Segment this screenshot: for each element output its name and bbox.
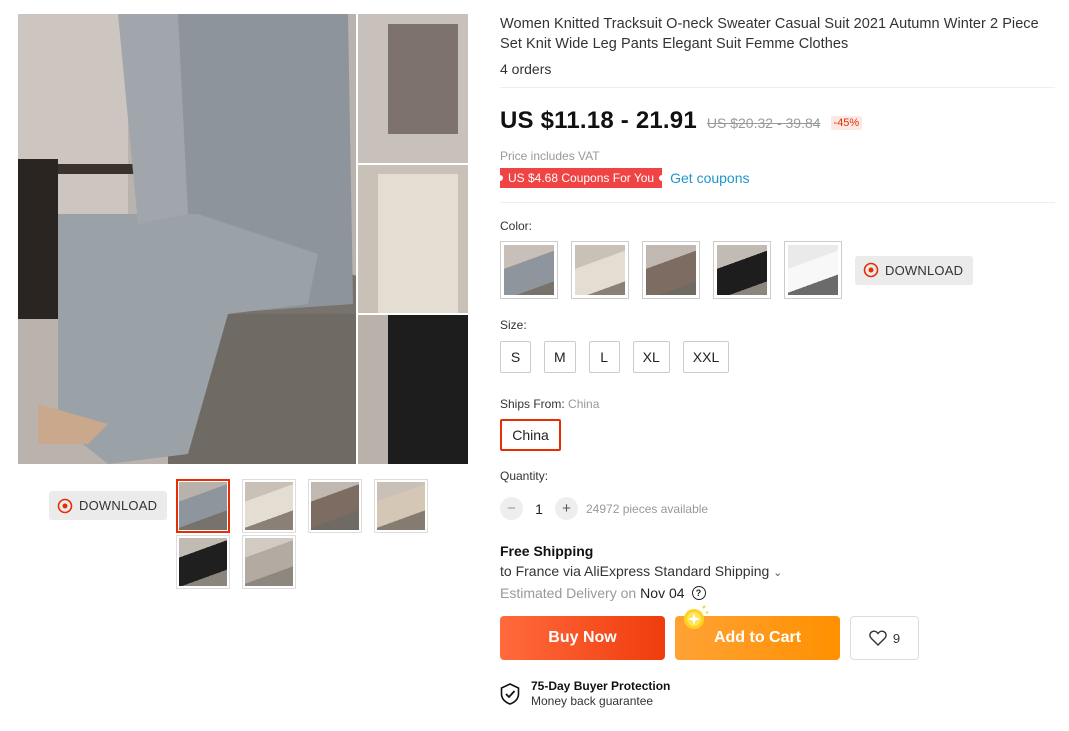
heart-icon — [869, 630, 887, 646]
size-option-l[interactable]: L — [588, 341, 620, 373]
swatch-image — [504, 245, 554, 295]
color-swatch-beige[interactable] — [571, 241, 629, 299]
action-buttons: Buy Now Add to Cart 9 — [500, 605, 1055, 660]
buy-now-button[interactable]: Buy Now — [500, 616, 665, 660]
swatch-image — [646, 245, 696, 295]
thumbnail-strip — [176, 479, 431, 589]
size-options: S M L XL XXL — [500, 341, 1055, 373]
ships-from-option-china[interactable]: China — [500, 419, 561, 451]
quantity-value[interactable]: 1 — [523, 501, 555, 517]
color-download-button[interactable]: DOWNLOAD — [855, 255, 974, 285]
target-icon — [57, 498, 73, 513]
thumbnail[interactable] — [242, 535, 296, 589]
main-product-image[interactable] — [18, 14, 468, 464]
price-row: US $11.18 - 21.91 US $20.32 - 39.84 -45% — [500, 107, 1055, 135]
thumbnail-image — [179, 538, 227, 586]
wishlist-count: 9 — [892, 630, 901, 646]
color-swatches: DOWNLOAD — [500, 241, 1055, 299]
current-price: US $11.18 - 21.91 — [500, 107, 697, 134]
quantity-stepper: − 1 + 24972 pieces available — [500, 497, 1055, 520]
get-coupons-link[interactable]: Get coupons — [670, 170, 749, 186]
size-option-s[interactable]: S — [500, 341, 531, 373]
product-info: Women Knitted Tracksuit O-neck Sweater C… — [496, 14, 1055, 708]
shipping-method-text: to France via AliExpress Standard Shippi… — [500, 563, 770, 579]
order-count: 4 orders — [500, 61, 552, 77]
color-swatch-white[interactable] — [784, 241, 842, 299]
color-swatch-black[interactable] — [713, 241, 771, 299]
protection-subtitle: Money back guarantee — [531, 694, 654, 708]
eta-prefix: Estimated Delivery on — [500, 585, 637, 601]
target-icon — [863, 262, 879, 278]
thumbnail-image — [311, 482, 359, 530]
buyer-protection: 75-Day Buyer Protection Money back guara… — [500, 679, 1055, 708]
size-label: Size: — [500, 318, 527, 332]
help-icon[interactable]: ? — [691, 586, 706, 600]
discount-badge: -45% — [830, 116, 863, 130]
vat-note: Price includes VAT — [500, 149, 600, 163]
color-swatch-grey[interactable] — [500, 241, 558, 299]
coupon-badge[interactable]: US $4.68 Coupons For You — [496, 168, 666, 188]
gallery-download-label: DOWNLOAD — [79, 498, 158, 513]
divider — [500, 87, 1055, 88]
coupon-row: US $4.68 Coupons For You Get coupons — [496, 168, 1055, 188]
add-to-cart-label: Add to Cart — [713, 629, 802, 646]
product-title: Women Knitted Tracksuit O-neck Sweater C… — [500, 16, 1039, 52]
swatch-image — [575, 245, 625, 295]
thumbnail[interactable] — [374, 479, 428, 533]
thumbnail[interactable] — [176, 479, 230, 533]
swatch-image — [717, 245, 767, 295]
size-option-xl[interactable]: XL — [632, 341, 670, 373]
ships-from-value: China — [568, 397, 600, 411]
color-download-label: DOWNLOAD — [885, 262, 964, 278]
protection-title: 75-Day Buyer Protection — [531, 679, 671, 693]
thumbnail[interactable] — [308, 479, 362, 533]
quantity-label: Quantity: — [500, 469, 549, 483]
shipping-method[interactable]: to France via AliExpress Standard Shippi… — [500, 563, 1055, 579]
thumbnail-image — [245, 482, 293, 530]
original-price: US $20.32 - 39.84 — [706, 115, 821, 131]
ships-from-label: Ships From: China — [500, 397, 1055, 411]
chevron-down-icon: ⌄ — [773, 567, 783, 579]
thumbnail-image — [245, 538, 293, 586]
color-swatch-brown[interactable] — [642, 241, 700, 299]
thumbnail[interactable] — [242, 479, 296, 533]
quantity-decrease-button[interactable]: − — [500, 497, 523, 520]
swatch-image — [788, 245, 838, 295]
thumbnail[interactable] — [176, 535, 230, 589]
size-option-xxl[interactable]: XXL — [682, 341, 730, 373]
wishlist-button[interactable]: 9 — [850, 616, 919, 660]
thumbnail-image — [377, 482, 425, 530]
size-option-m[interactable]: M — [544, 341, 576, 373]
eta-date: Nov 04 — [640, 585, 685, 601]
protection-text: 75-Day Buyer Protection Money back guara… — [531, 679, 670, 708]
quantity-increase-button[interactable]: + — [555, 497, 578, 520]
stock-available: 24972 pieces available — [586, 501, 709, 516]
shield-check-icon — [500, 682, 520, 705]
ships-from-title: Ships From: — [500, 397, 565, 411]
estimated-delivery: Estimated Delivery on Nov 04 ? — [500, 585, 1055, 601]
color-label: Color: — [500, 219, 533, 233]
add-to-cart-button[interactable]: Add to Cart — [675, 605, 840, 660]
divider — [500, 202, 1055, 203]
shipping-title: Free Shipping — [500, 543, 594, 559]
coin-icon — [684, 605, 709, 629]
ships-from-options: China — [500, 419, 1055, 451]
gallery-download-button[interactable]: DOWNLOAD — [49, 491, 168, 520]
thumbnail-image — [179, 482, 227, 530]
